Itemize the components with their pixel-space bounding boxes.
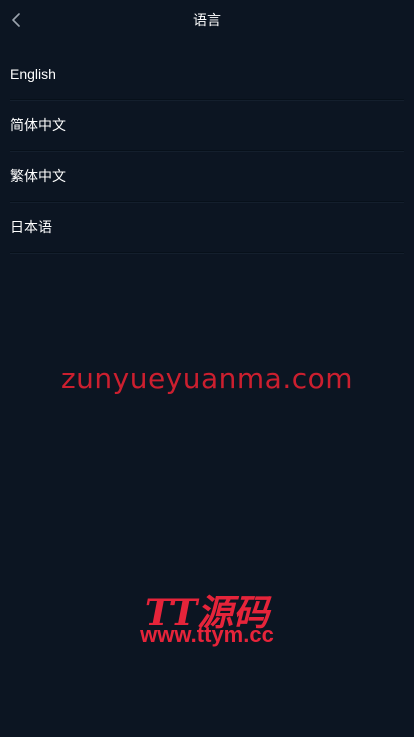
language-label: 日本语 [10,219,52,235]
language-option-english[interactable]: English [10,49,404,100]
language-settings-screen: 语言 English 简体中文 繁体中文 日本语 zunyueyuanma.co… [0,0,414,737]
language-option-japanese[interactable]: 日本语 [10,202,404,253]
watermark-text: zunyueyuanma.com [60,362,354,395]
language-label: English [10,66,56,82]
language-label: 繁体中文 [10,168,66,184]
language-label: 简体中文 [10,117,66,133]
chevron-left-icon [12,13,20,27]
language-option-traditional-chinese[interactable]: 繁体中文 [10,151,404,202]
header: 语言 [0,0,414,40]
language-option-simplified-chinese[interactable]: 简体中文 [10,100,404,151]
watermark-url: www.ttym.cc [140,622,274,647]
back-button[interactable] [4,8,28,32]
language-list: English 简体中文 繁体中文 日本语 [0,49,414,253]
page-title: 语言 [193,12,221,28]
